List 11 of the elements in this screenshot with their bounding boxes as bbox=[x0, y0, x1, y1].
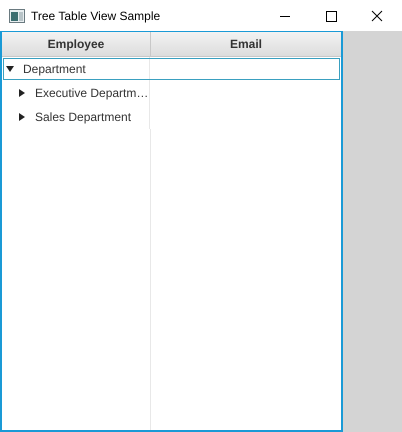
expanded-arrow-icon[interactable] bbox=[6, 65, 14, 73]
selected-row[interactable]: Department bbox=[2, 57, 341, 81]
column-header[interactable]: Email bbox=[151, 32, 341, 56]
tree-item-label: Department bbox=[23, 62, 86, 76]
collapsed-arrow-icon[interactable] bbox=[18, 89, 26, 97]
tree-item-label[interactable]: Executive Departm… bbox=[35, 86, 148, 100]
window-title: Tree Table View Sample bbox=[31, 8, 162, 22]
tree-item-label[interactable]: Sales Department bbox=[35, 110, 132, 124]
app-icon bbox=[9, 8, 25, 22]
collapsed-arrow-icon[interactable] bbox=[18, 113, 26, 121]
column-header[interactable]: Employee bbox=[2, 32, 151, 56]
